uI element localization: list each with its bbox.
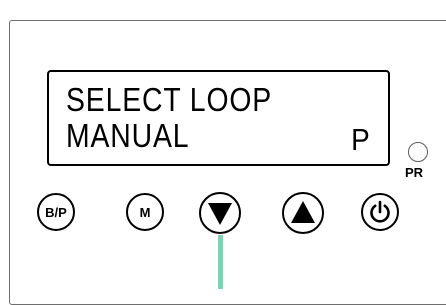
m-button-label: M [139, 204, 151, 220]
lcd-program-indicator: P [351, 122, 370, 157]
triangle-up-icon [291, 201, 315, 223]
down-button[interactable] [199, 192, 241, 234]
lcd-display: SELECT LOOP MANUAL P [47, 70, 390, 166]
m-button[interactable]: M [126, 193, 164, 231]
power-icon [370, 200, 390, 223]
lcd-line-1: SELECT LOOP [66, 81, 273, 118]
up-button[interactable] [282, 192, 324, 234]
bp-button[interactable]: B/P [37, 193, 75, 231]
power-button[interactable] [361, 193, 399, 231]
selection-indicator [218, 235, 223, 289]
pr-led-label: PR [405, 165, 424, 180]
pr-led-indicator [408, 142, 428, 162]
triangle-down-icon [208, 203, 232, 225]
bp-button-label: B/P [45, 204, 67, 220]
lcd-line-2: MANUAL [66, 117, 190, 154]
